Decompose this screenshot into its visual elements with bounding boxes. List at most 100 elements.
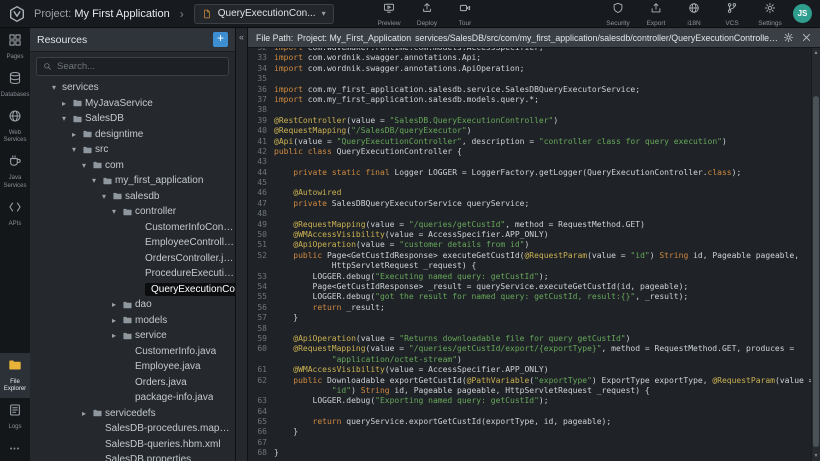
topbar-action-label: Tour bbox=[459, 20, 472, 27]
line-number: 35 bbox=[248, 74, 274, 84]
code-editor[interactable]: 32import com.wavemaker.runtime.com.model… bbox=[248, 48, 820, 461]
code-line: "application/octet-stream") bbox=[248, 355, 811, 365]
user-avatar[interactable]: JS bbox=[793, 4, 812, 23]
scrollbar-thumb[interactable] bbox=[813, 96, 819, 447]
code-line: 62 public Downloadable exportGetCustId(@… bbox=[248, 376, 811, 386]
tree-item-dao[interactable]: ▸ dao bbox=[30, 297, 235, 313]
file-path-bar: File Path: Project: My_First_Application… bbox=[248, 28, 820, 48]
line-number: 46 bbox=[248, 188, 274, 198]
tree-item-salesdb-queries-hbm-xml[interactable]: SalesDB-queries.hbm.xml bbox=[30, 437, 235, 453]
tree-item-employeecontroller-java[interactable]: EmployeeController.java bbox=[30, 235, 235, 251]
rail-item-java-services[interactable]: Java Services bbox=[0, 149, 30, 195]
tree-item-controller[interactable]: ▾controller bbox=[30, 204, 235, 220]
caret-down-icon[interactable]: ▾ bbox=[112, 207, 122, 216]
caret-down-icon[interactable]: ▾ bbox=[62, 114, 72, 123]
tree-item-services[interactable]: ▾services bbox=[30, 80, 235, 96]
pages-icon bbox=[8, 33, 22, 52]
tree-item-my-first-application[interactable]: ▾my_first_application bbox=[30, 173, 235, 189]
search-input[interactable] bbox=[57, 61, 222, 72]
topbar-right-zone: Security Export i18N VCS Settings JS bbox=[604, 0, 812, 28]
line-number: 50 bbox=[248, 230, 274, 240]
rail-item-pages[interactable]: Pages bbox=[0, 28, 30, 66]
tree-item-label: QueryExecutionController.java bbox=[145, 283, 235, 296]
tree-item-employee-java[interactable]: Employee.java bbox=[30, 359, 235, 375]
rail-item-web-services[interactable]: Web Services bbox=[0, 104, 30, 150]
close-file-icon[interactable] bbox=[801, 32, 812, 43]
topbar-right-actions: Security Export i18N VCS Settings bbox=[604, 0, 784, 28]
topbar-action-vcs[interactable]: VCS bbox=[718, 1, 746, 27]
tree-item-package-info-java[interactable]: package-info.java bbox=[30, 390, 235, 406]
topbar-action-i18n[interactable]: i18N bbox=[680, 1, 708, 27]
scroll-down-icon[interactable]: ▼ bbox=[812, 451, 820, 461]
tree-item-label: SalesDB-procedures.mappings.json bbox=[105, 423, 235, 434]
collapse-panel-icon[interactable]: « bbox=[239, 32, 244, 42]
topbar-action-deploy[interactable]: Deploy bbox=[413, 1, 441, 27]
topbar-action-settings[interactable]: Settings bbox=[756, 1, 784, 27]
rail-item-logs[interactable]: Logs bbox=[0, 398, 30, 436]
tree-item-myjavaservice[interactable]: ▸MyJavaService bbox=[30, 96, 235, 112]
add-resource-button[interactable]: + bbox=[213, 32, 228, 47]
topbar-action-preview[interactable]: Preview bbox=[375, 1, 403, 27]
file-path-project: Project: My_First_Application bbox=[297, 33, 411, 43]
resources-header: Resources + bbox=[30, 28, 235, 52]
tree-item-designtime[interactable]: ▸designtime bbox=[30, 127, 235, 143]
tree-item-orderscontroller-java[interactable]: OrdersController.java bbox=[30, 251, 235, 267]
code-line: 48 bbox=[248, 209, 811, 219]
topbar-action-security[interactable]: Security bbox=[604, 1, 632, 27]
scroll-up-icon[interactable]: ▲ bbox=[812, 48, 820, 58]
caret-right-icon[interactable]: ▸ bbox=[112, 316, 122, 325]
tree-item-servicedefs[interactable]: ▸servicedefs bbox=[30, 406, 235, 422]
caret-right-icon[interactable]: ▸ bbox=[112, 300, 122, 309]
caret-right-icon[interactable]: ▸ bbox=[112, 331, 122, 340]
rail-item-apis[interactable]: APIs bbox=[0, 195, 30, 233]
tree-item-label: salesdb bbox=[125, 191, 159, 202]
editor-scrollbar[interactable]: ▲ ▼ bbox=[811, 48, 820, 461]
line-number: 64 bbox=[248, 407, 274, 417]
tree-item-label: Orders.java bbox=[135, 377, 187, 388]
tree-item-salesdb[interactable]: ▾SalesDB bbox=[30, 111, 235, 127]
code-line: 63 LOGGER.debug("Exporting named query: … bbox=[248, 396, 811, 406]
caret-right-icon[interactable]: ▸ bbox=[62, 99, 72, 108]
folder-icon bbox=[92, 408, 105, 418]
tree-item-salesdb-properties[interactable]: SalesDB.properties bbox=[30, 452, 235, 461]
rail-item-file-explorer[interactable]: File Explorer bbox=[0, 353, 30, 399]
caret-down-icon[interactable]: ▾ bbox=[92, 176, 102, 185]
search-box[interactable] bbox=[36, 57, 229, 76]
tree-item-com[interactable]: ▾com bbox=[30, 158, 235, 174]
caret-right-icon[interactable]: ▸ bbox=[82, 409, 92, 418]
line-number: 66 bbox=[248, 427, 274, 437]
tree-item-procedureexecutioncontroller-java[interactable]: ProcedureExecutionController.java bbox=[30, 266, 235, 282]
caret-down-icon[interactable]: ▾ bbox=[82, 161, 92, 170]
rail-item-databases[interactable]: Databases bbox=[0, 66, 30, 104]
more-options-icon[interactable]: ••• bbox=[0, 436, 30, 461]
tree-item-label: dao bbox=[135, 299, 152, 310]
caret-right-icon[interactable]: ▸ bbox=[72, 130, 82, 139]
folder-icon bbox=[82, 129, 95, 139]
file-path-value: services/SalesDB/src/com/my_first_applic… bbox=[415, 33, 779, 43]
code-line: 34import com.wordnik.swagger.annotations… bbox=[248, 64, 811, 74]
tree-item-customerinfo-java[interactable]: CustomerInfo.java bbox=[30, 344, 235, 360]
project-name: My First Application bbox=[74, 8, 169, 20]
tree-item-src[interactable]: ▾src bbox=[30, 142, 235, 158]
file-settings-gear-icon[interactable] bbox=[783, 32, 794, 43]
caret-down-icon[interactable]: ▾ bbox=[72, 145, 82, 154]
tree-item-service[interactable]: ▸ service bbox=[30, 328, 235, 344]
caret-down-icon[interactable]: ▾ bbox=[102, 192, 112, 201]
caret-down-icon[interactable]: ▾ bbox=[52, 83, 62, 92]
tree-item-salesdb[interactable]: ▾ salesdb bbox=[30, 189, 235, 205]
tree-item-salesdb-procedures-mappings-json[interactable]: SalesDB-procedures.mappings.json bbox=[30, 421, 235, 437]
line-number: 47 bbox=[248, 199, 274, 209]
tree-item-label: service bbox=[135, 330, 167, 341]
topbar-action-export[interactable]: Export bbox=[642, 1, 670, 27]
rail-item-label: Pages bbox=[6, 54, 23, 62]
line-number: 63 bbox=[248, 396, 274, 406]
tree-item-customerinfocontroller-java[interactable]: CustomerInfoController.java bbox=[30, 220, 235, 236]
code-line: "id") String id, Pageable pageable, Http… bbox=[248, 386, 811, 396]
topbar-action-tour[interactable]: Tour bbox=[451, 1, 479, 27]
open-file-dropdown[interactable]: QueryExecutionCon... ▾ bbox=[194, 4, 334, 24]
tree-item-orders-java[interactable]: Orders.java bbox=[30, 375, 235, 391]
tree-item-models[interactable]: ▸models bbox=[30, 313, 235, 329]
app-logo-icon[interactable] bbox=[8, 5, 26, 23]
branch-icon bbox=[726, 1, 738, 19]
tree-item-queryexecutioncontroller-java[interactable]: QueryExecutionController.java bbox=[30, 282, 235, 298]
